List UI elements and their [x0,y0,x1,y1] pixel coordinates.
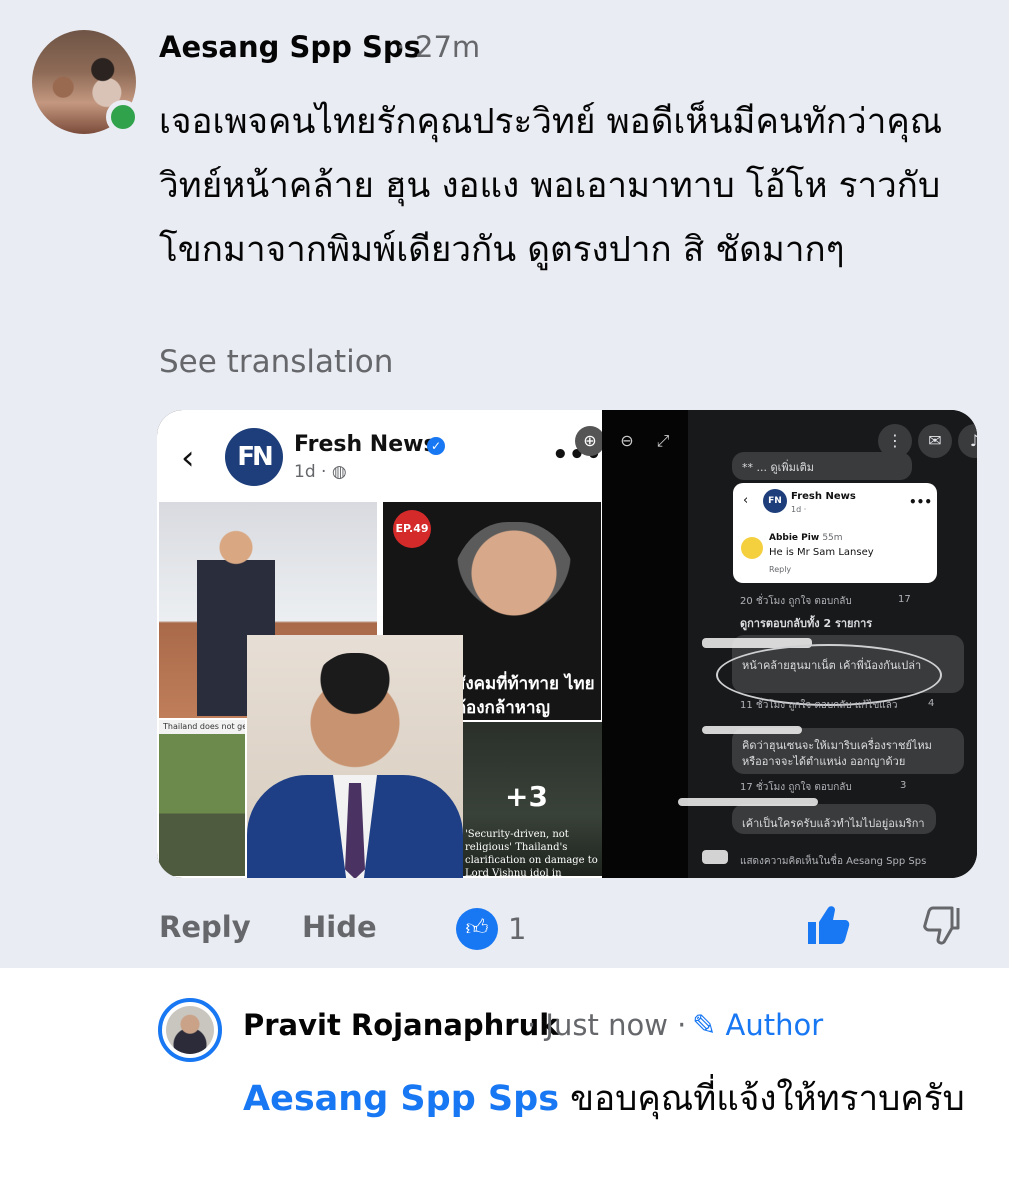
verified-badge-icon: ✓ [427,437,445,455]
card-reply: Reply [769,565,792,574]
like-reaction-icon[interactable]: 👍︎ [456,908,498,950]
head [307,653,403,773]
redaction-scribble [702,850,728,864]
see-more-text: ** ... ดูเพิ่มเติม [742,461,815,474]
statue-photo: +3 'Security-driven, not religious' Thai… [457,722,602,876]
separator: · [396,30,406,64]
mention-link[interactable]: Aesang Spp Sps [243,1079,559,1119]
redaction-scribble [702,726,802,734]
zoom-in-icon: ⊕ [575,426,605,456]
hide-button[interactable]: Hide [302,910,377,944]
reply-button[interactable]: Reply [159,910,251,944]
messenger-icon: ✉ [918,424,952,458]
row2-count: 4 [928,698,935,709]
reply-author[interactable]: Pravit Rojanaphruk [243,1008,559,1042]
comment-input-placeholder: แสดงความคิดเห็นในชื่อ Aesang Spp Sps [740,856,927,867]
fresh-news-post-screenshot: ‹ FN Fresh News ✓ 1d · ◍ ••• ⊕ EP.49 สัง… [157,410,605,878]
portrait-face [449,522,579,692]
avatar-photo [166,1006,214,1054]
overlay-portrait [247,635,463,878]
temple-photo: Thailand does not genuinely re... Hindu … [159,720,245,876]
redaction-scribble [678,798,818,806]
temple-caption: Thailand does not genuinely re... Hindu … [163,722,245,731]
episode-badge: EP.49 [393,510,431,548]
comment-author[interactable]: Aesang Spp Sps [159,30,421,64]
thumbs-up-icon[interactable] [806,904,850,956]
comment4: เค้าเป็นใครครับแล้วทำไมไปอยู่อเมริกา [742,817,925,830]
row2-meta: 11 ชั่วโมง ถูกใจ ตอบกลับ แก้ไขแล้ว [740,700,898,711]
card-logo: FN [763,489,787,513]
author-badge: ✎ Author [692,1008,824,1042]
comment-text: เจอเพจคนไทยรักคุณประวิทย์ พอดีเห็นมีคนทั… [159,102,943,270]
thumbs-down-icon[interactable] [922,904,962,956]
comment-attachment-image[interactable]: ‹ FN Fresh News ✓ 1d · ◍ ••• ⊕ EP.49 สัง… [157,410,977,878]
viewer-strip: ⊖ ⤢ [602,410,688,878]
comment3-line2: หรืออาจจะได้ตำแหน่ง ออกญาด้วย [742,755,906,768]
globe-icon: ◍ [331,462,347,482]
card-more-icon: ••• [909,495,933,509]
reply-text: Aesang Spp Sps ขอบคุณที่แจ้งให้ทราบครับ [243,1068,983,1130]
expand-icon: ⤢ [656,431,670,450]
pencil-icon: ✎ [692,1008,717,1042]
row1-meta: 20 ชั่วโมง ถูกใจ ตอบกลับ [740,596,852,607]
statue-caption: 'Security-driven, not religious' Thailan… [465,829,598,876]
like-count[interactable]: 1 [508,912,526,946]
row1-count: 17 [898,594,911,605]
more-photos-count: +3 [505,780,548,813]
reply-author-avatar[interactable] [158,998,222,1062]
card-time: 1d · [791,505,807,514]
thai-headline: สังคมที่ท้าทาย ไทยต้องกล้าหาญ [455,674,595,718]
post-time: 1d · ◍ [294,462,347,482]
see-replies: ดูการตอบกลับทั้ง 2 รายการ [740,617,873,630]
comment-timestamp[interactable]: 27m [415,30,480,64]
card-back-icon: ‹ [743,493,749,508]
card-commenter-avatar [741,537,763,559]
card-page-name: Fresh News [791,491,856,502]
card-commenter: Abbie Piw 55m [769,533,843,543]
card-commenter-time: 55m [822,533,843,543]
reply-text-content: ขอบคุณที่แจ้งให้ทราบครับ [559,1079,965,1119]
comment-card: Aesang Spp Sps · 27m เจอเพจคนไทยรักคุณปร… [0,0,1009,968]
online-status-icon [106,100,140,134]
fresh-news-logo: FN [225,428,283,486]
row3-meta: 17 ชั่วโมง ถูกใจ ตอบกลับ [740,782,852,793]
dark-comments-screenshot: ⋮ ✉ ♪ ** ... ดูเพิ่มเติม ‹ FN Fresh News… [678,410,977,878]
notification-icon: ♪ [958,424,977,458]
page-name: Fresh News [294,432,437,457]
zoom-out-icon: ⊖ [620,431,634,450]
reply-meta: · Just now · [527,1008,687,1042]
card-comment: He is Mr Sam Lansey [769,547,874,558]
embedded-post-card: ‹ FN Fresh News 1d · ••• Abbie Piw 55m H… [733,483,937,583]
back-arrow-icon: ‹ [181,438,195,478]
highlight-circle [716,644,942,706]
row3-count: 3 [900,780,907,791]
see-translation-link[interactable]: See translation [159,344,393,380]
